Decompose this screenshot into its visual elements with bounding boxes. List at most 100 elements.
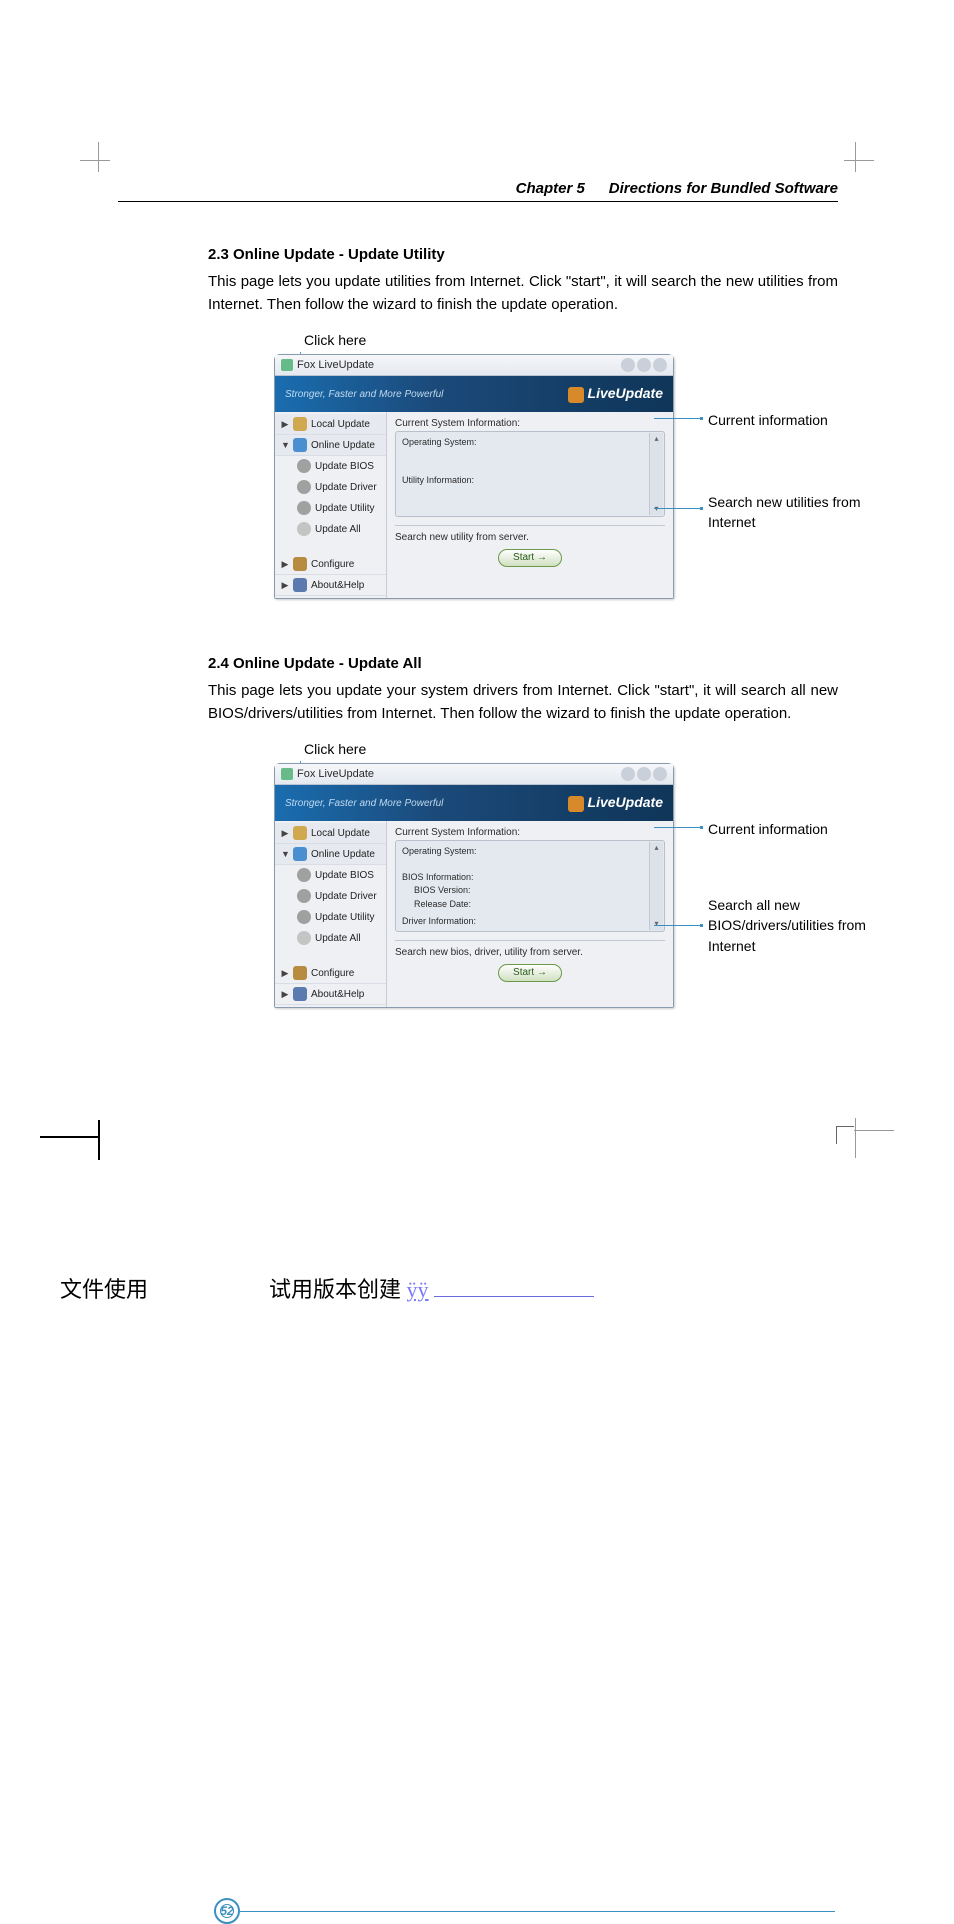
section-body: This page lets you update your system dr… — [208, 680, 838, 725]
callout-line — [654, 827, 702, 828]
liveupdate-window: Fox LiveUpdate Stronger, Faster and More… — [274, 354, 674, 599]
current-system-label: Current System Information: — [395, 418, 665, 429]
disc-icon — [297, 868, 311, 882]
sidebar-item-update-utility[interactable]: Update Utility — [275, 907, 386, 928]
cd-icon — [297, 931, 311, 945]
sidebar-item-update-all[interactable]: Update All — [275, 928, 386, 949]
sidebar-item-label: Configure — [311, 559, 354, 570]
sidebar-item-label: About&Help — [311, 989, 364, 1000]
gear-icon — [293, 557, 307, 571]
scroll-up-icon[interactable]: ▴ — [654, 433, 658, 445]
arrow-down-icon: ▼ — [281, 849, 289, 859]
watermark-left: 文件使用 — [60, 1277, 148, 1302]
sidebar-item-local-update[interactable]: ▶ Local Update — [275, 414, 386, 435]
liveupdate-window: Fox LiveUpdate Stronger, Faster and More… — [274, 763, 674, 1008]
bios-version-label: BIOS Version: — [402, 884, 658, 898]
callout-line — [654, 418, 702, 419]
watermark-link[interactable]: ÿÿ — [407, 1277, 429, 1302]
start-button[interactable]: Start → — [498, 964, 562, 982]
sidebar-item-configure[interactable]: ▶ Configure — [275, 554, 386, 575]
window-title: Fox LiveUpdate — [297, 359, 374, 371]
scrollbar[interactable]: ▴▾ — [649, 842, 663, 930]
content-pane: Current System Information: Operating Sy… — [387, 821, 673, 1007]
callout-line — [654, 508, 702, 509]
search-label: Search new utility from server. — [395, 532, 665, 543]
maximize-icon[interactable] — [637, 358, 651, 372]
scrollbar[interactable]: ▴▾ — [649, 433, 663, 515]
sidebar-item-label: Update BIOS — [315, 870, 374, 881]
sidebar-item-label: Update All — [315, 933, 361, 944]
callout-current-info: Current information — [708, 410, 828, 430]
app-banner: Stronger, Faster and More Powerful LiveU… — [275, 376, 673, 412]
sidebar-item-update-driver[interactable]: Update Driver — [275, 477, 386, 498]
sidebar-item-label: Local Update — [311, 419, 370, 430]
scroll-down-icon[interactable]: ▾ — [654, 503, 658, 515]
scroll-down-icon[interactable]: ▾ — [654, 918, 658, 930]
sidebar-item-update-all[interactable]: Update All — [275, 519, 386, 540]
maximize-icon[interactable] — [637, 767, 651, 781]
folder-icon — [293, 826, 307, 840]
crop-mark — [855, 142, 856, 172]
globe-icon — [293, 847, 307, 861]
brand-icon — [568, 796, 584, 812]
click-here-label: Click here — [304, 741, 838, 757]
app-icon — [281, 768, 293, 780]
sidebar-item-online-update[interactable]: ▼ Online Update — [275, 844, 386, 865]
minimize-icon[interactable] — [621, 358, 635, 372]
sidebar-item-update-utility[interactable]: Update Utility — [275, 498, 386, 519]
disc-icon — [297, 501, 311, 515]
callout-line — [654, 925, 702, 926]
sidebar-item-update-bios[interactable]: Update BIOS — [275, 456, 386, 477]
banner-slogan: Stronger, Faster and More Powerful — [285, 798, 443, 809]
bios-info-label: BIOS Information: — [402, 871, 658, 885]
page-number-badge: 52 — [214, 1898, 240, 1924]
callout-search: Search new utilities from Internet — [708, 492, 878, 533]
close-icon[interactable] — [653, 358, 667, 372]
sidebar-item-label: Online Update — [311, 849, 375, 860]
page-header: Chapter 5 Directions for Bundled Softwar… — [118, 180, 838, 202]
app-banner: Stronger, Faster and More Powerful LiveU… — [275, 785, 673, 821]
crop-mark — [836, 1126, 854, 1144]
sidebar-item-online-update[interactable]: ▼ Online Update — [275, 435, 386, 456]
folder-icon — [293, 417, 307, 431]
crop-mark — [98, 142, 99, 172]
sidebar-item-label: Update Utility — [315, 503, 374, 514]
sidebar-item-label: Update Driver — [315, 482, 377, 493]
content-pane: Current System Information: Operating Sy… — [387, 412, 673, 598]
sidebar: ▶ Local Update ▼ Online Update Update BI… — [275, 412, 387, 598]
app-icon — [281, 359, 293, 371]
arrow-right-icon: ▶ — [281, 968, 289, 979]
section-title: 2.4 Online Update - Update All — [208, 655, 838, 672]
search-label: Search new bios, driver, utility from se… — [395, 947, 665, 958]
scroll-up-icon[interactable]: ▴ — [654, 842, 658, 854]
sidebar-item-configure[interactable]: ▶ Configure — [275, 963, 386, 984]
driver-info-label: Driver Information: — [402, 915, 658, 929]
chapter-label: Chapter 5 — [516, 180, 585, 197]
disc-icon — [297, 480, 311, 494]
start-button[interactable]: Start → — [498, 549, 562, 567]
window-titlebar: Fox LiveUpdate — [275, 764, 673, 785]
brand-icon — [568, 387, 584, 403]
sidebar: ▶ Local Update ▼ Online Update Update BI… — [275, 821, 387, 1007]
sidebar-item-update-bios[interactable]: Update BIOS — [275, 865, 386, 886]
sidebar-item-local-update[interactable]: ▶ Local Update — [275, 823, 386, 844]
section-update-all: 2.4 Online Update - Update All This page… — [118, 655, 838, 1008]
system-info-box: Operating System: Utility Information: ▴… — [395, 431, 665, 517]
window-titlebar: Fox LiveUpdate — [275, 355, 673, 376]
crop-mark — [854, 1130, 894, 1131]
watermark-mid: 试用版本创建 — [269, 1277, 401, 1302]
sidebar-item-about-help[interactable]: ▶ About&Help — [275, 575, 386, 596]
sidebar-item-label: About&Help — [311, 580, 364, 591]
current-system-label: Current System Information: — [395, 827, 665, 838]
minimize-icon[interactable] — [621, 767, 635, 781]
sidebar-item-update-driver[interactable]: Update Driver — [275, 886, 386, 907]
disc-icon — [297, 459, 311, 473]
release-date-label: Release Date: — [402, 898, 658, 912]
banner-slogan: Stronger, Faster and More Powerful — [285, 389, 443, 400]
pdf-watermark: 文件使用 试用版本创建 ÿÿ — [60, 1272, 594, 1304]
section-title: 2.3 Online Update - Update Utility — [208, 246, 838, 263]
window-title: Fox LiveUpdate — [297, 768, 374, 780]
close-icon[interactable] — [653, 767, 667, 781]
cd-icon — [297, 522, 311, 536]
sidebar-item-about-help[interactable]: ▶ About&Help — [275, 984, 386, 1005]
